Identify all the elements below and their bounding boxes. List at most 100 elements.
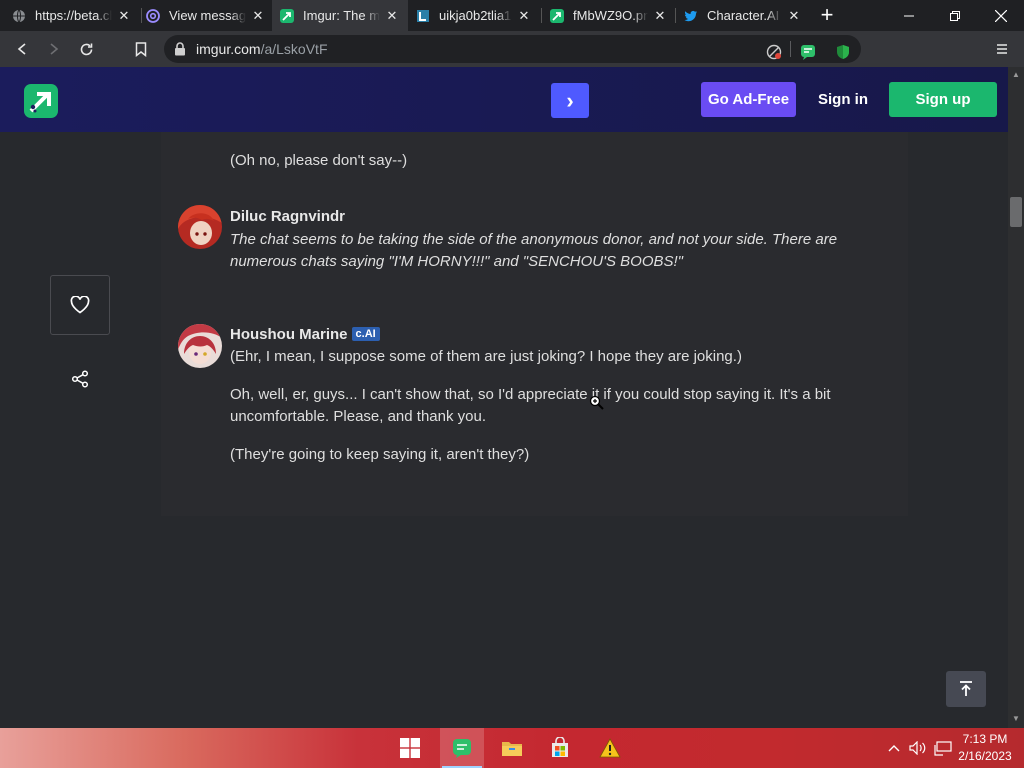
chat-app-icon [453,739,471,758]
avatar-diluc [178,205,222,249]
tab-close-icon[interactable]: ✕ [250,8,266,24]
tab-close-icon[interactable]: ✕ [384,8,400,24]
tab-title: https://beta.ch [35,8,112,23]
arrow-up-icon [960,681,972,696]
clock-date: 2/16/2023 [958,749,1012,763]
tab-close-icon[interactable]: ✕ [786,8,802,24]
bookmark-button[interactable] [129,37,153,61]
url-host: imgur.com [196,41,261,57]
twitter-icon [684,9,698,23]
tab-beta[interactable]: https://beta.ch ✕ [4,0,140,31]
tab-close-icon[interactable]: ✕ [652,8,668,24]
volume-icon [909,741,926,755]
minimize-button[interactable] [886,0,932,31]
share-icon[interactable] [71,370,89,388]
imgur-logo-icon [29,92,51,113]
scroll-down-icon[interactable]: ▼ [1012,715,1020,723]
message-author-row: Houshou Marine c.AI [230,326,380,343]
tab-title: fMbWZ9O.png [573,8,648,23]
imgur-logo[interactable] [24,84,58,118]
imgur-icon [280,8,294,23]
taskbar-file-explorer[interactable] [490,728,534,768]
warning-icon [599,738,621,758]
bookmark-icon [135,41,147,57]
image-icon [416,9,430,23]
like-button[interactable] [50,275,110,335]
tab-close-icon[interactable]: ✕ [516,8,532,24]
taskbar-store[interactable] [538,728,582,768]
at-icon [146,8,160,23]
tab-characterai[interactable]: Character.AI (@ ✕ [676,0,810,31]
tab-title: Imgur: The ma [303,8,380,23]
chevron-up-icon [888,745,900,752]
taskbar-chat-app[interactable] [440,728,484,768]
url-path: /a/LskoVtF [260,41,328,57]
message-author: Diluc Ragnvindr [230,208,346,225]
message-text: (Ehr, I mean, I suppose some of them are… [230,348,742,365]
tab-strip: https://beta.ch ✕ View message ✕ Imgur: … [0,0,1024,31]
next-post-button[interactable]: › [551,83,589,118]
store-icon [552,737,568,757]
chat-line: (Oh no, please don't say--) [230,152,408,169]
avatar-image [178,324,222,368]
tab-image[interactable]: uikja0b2tlia1.jp ✕ [408,0,540,31]
message-author: Houshou Marine [230,326,348,343]
tab-png[interactable]: fMbWZ9O.png ✕ [542,0,676,31]
site-header: › Go Ad-Free Sign in Sign up [0,67,1008,132]
go-ad-free-button[interactable]: Go Ad-Free [701,82,796,117]
scrollbar-thumb[interactable] [1010,197,1022,227]
lock-icon [175,42,185,56]
start-button[interactable] [388,728,432,768]
toolbar-divider [790,41,791,57]
back-button[interactable] [10,37,34,61]
back-to-top-button[interactable] [946,671,986,707]
zoom-cursor-icon [589,395,604,410]
new-tab-button[interactable]: + [816,4,838,26]
url-text: imgur.com/a/LskoVtF [196,41,328,57]
close-window-button[interactable] [978,0,1024,31]
message-text: Oh, well, er, guys... I can't show that,… [230,386,831,425]
reload-button[interactable] [74,37,98,61]
restore-icon [950,10,960,21]
clock-time: 7:13 PM [962,732,1008,746]
windows-logo-icon [400,738,420,758]
imgur-icon [550,8,564,23]
minimize-icon [904,15,914,16]
address-bar[interactable]: imgur.com/a/LskoVtF [164,35,861,63]
browser-menu-button[interactable] [990,37,1014,61]
tab-title: Character.AI (@ [707,8,782,23]
scroll-up-icon[interactable]: ▲ [1012,71,1020,79]
show-hidden-icons-button[interactable] [885,728,903,768]
tab-imgur-active[interactable]: Imgur: The ma ✕ [272,0,408,31]
globe-icon [12,9,26,23]
back-arrow-icon [17,43,26,55]
avatar-image [178,205,222,249]
message-text: The chat seems to be taking the side of … [230,231,838,270]
tab-view-message[interactable]: View message ✕ [138,0,274,31]
volume-button[interactable] [907,728,929,768]
heart-icon [70,296,90,314]
forward-button[interactable] [42,37,66,61]
forward-arrow-icon [50,43,59,55]
folder-icon [502,742,522,756]
windows-taskbar: 7:13 PM 2/16/2023 [0,728,1024,768]
page-scrollbar[interactable]: ▲ ▼ [1008,67,1024,728]
tab-title: View message [169,8,246,23]
reload-icon [80,43,92,55]
shield-icon[interactable] [835,44,851,60]
restore-button[interactable] [932,0,978,31]
chevron-right-icon: › [566,87,574,113]
browser-toolbar: imgur.com/a/LskoVtF [0,31,1024,67]
sign-up-button[interactable]: Sign up [889,82,997,117]
cai-badge: c.AI [351,327,380,341]
close-icon [995,9,1007,22]
blocker-icon[interactable] [766,44,782,60]
avatar-marine [178,324,222,368]
sign-in-link[interactable]: Sign in [810,82,876,117]
taskbar-clock[interactable]: 7:13 PM 2/16/2023 [950,731,1020,765]
taskbar-warning-app[interactable] [588,728,632,768]
tab-close-icon[interactable]: ✕ [116,8,132,24]
menu-icon [997,44,1007,54]
message-text: (They're going to keep saying it, aren't… [230,446,530,463]
chat-extension-icon[interactable] [800,44,816,60]
